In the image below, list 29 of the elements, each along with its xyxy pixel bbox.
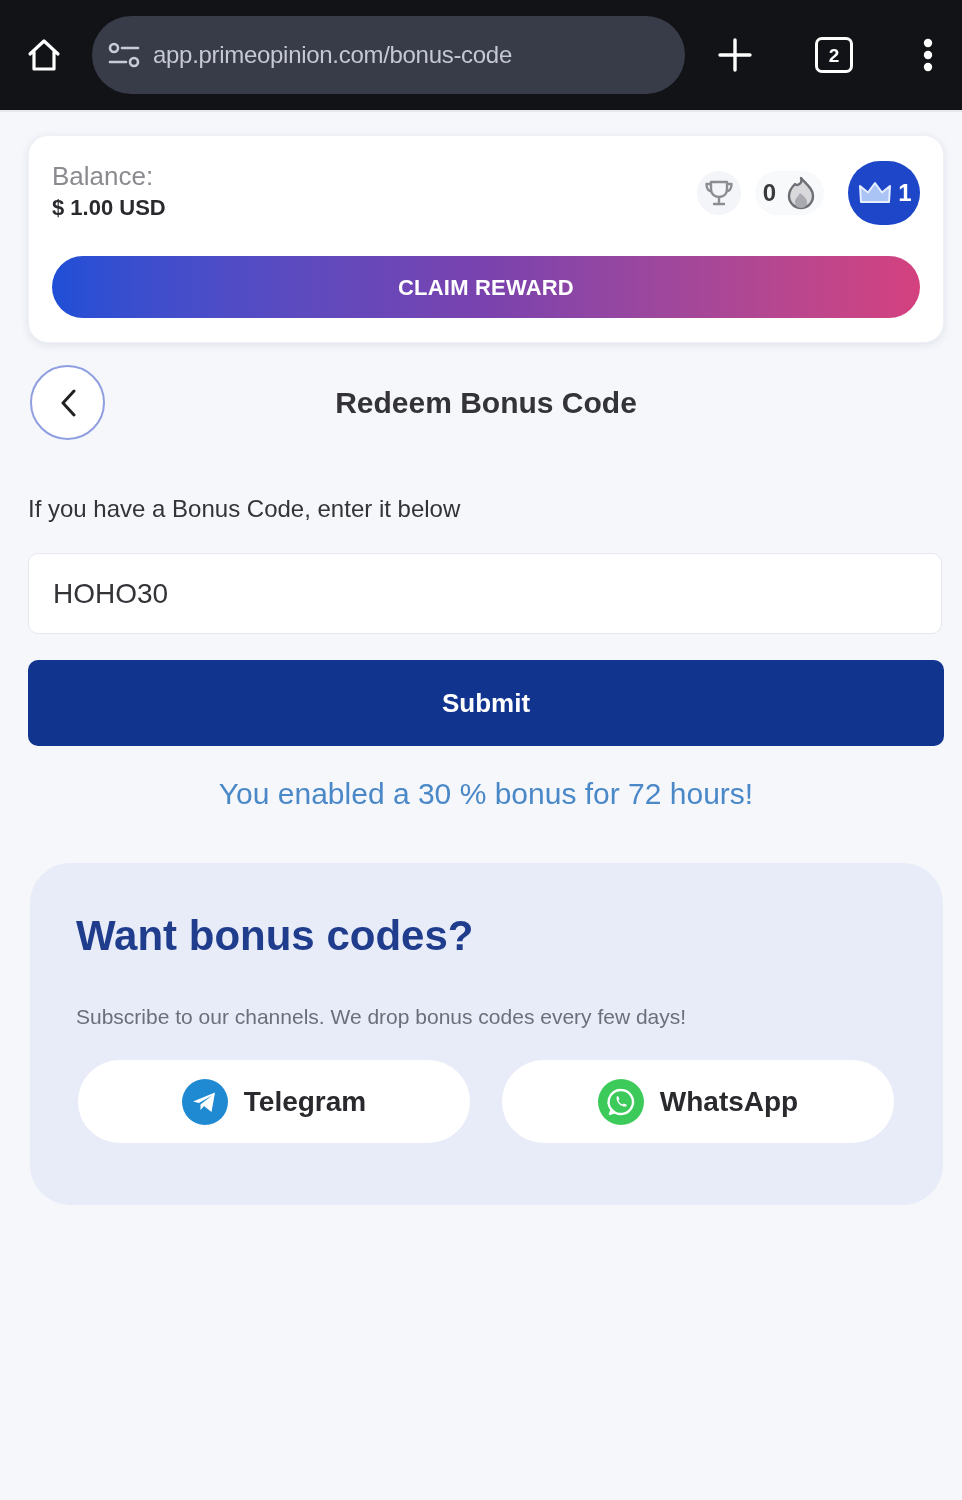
chevron-left-icon xyxy=(59,388,76,417)
page-title: Redeem Bonus Code xyxy=(334,385,638,421)
promo-heading: Want bonus codes? xyxy=(76,911,475,961)
flame-icon xyxy=(786,176,816,210)
level-badge[interactable]: 1 xyxy=(848,161,920,225)
address-bar[interactable]: app.primeopinion.com/bonus-code xyxy=(92,16,685,94)
success-message: You enabled a 30 % bonus for 72 hours! xyxy=(218,776,754,812)
promo-text: Subscribe to our channels. We drop bonus codes every few days! xyxy=(76,1004,688,1030)
tab-count-button[interactable]: 2 xyxy=(815,37,853,73)
sliders-icon[interactable] xyxy=(108,42,140,68)
code-input[interactable]: HOHO30 xyxy=(28,553,942,634)
balance-value: $ 1.00 USD xyxy=(52,194,166,222)
submit-button[interactable]: Submit xyxy=(28,660,944,746)
channel-button[interactable]: Telegram xyxy=(78,1060,470,1143)
trophy-icon[interactable] xyxy=(696,171,741,215)
claim-reward-button[interactable]: CLAIM REWARD xyxy=(52,256,920,318)
crown-icon xyxy=(858,180,893,206)
channel-button[interactable]: WhatsApp xyxy=(502,1060,894,1143)
prompt-text: If you have a Bonus Code, enter it below xyxy=(28,494,462,524)
more-icon[interactable] xyxy=(923,38,933,72)
url-text: app.primeopinion.com/bonus-code xyxy=(153,40,512,70)
level-count: 1 xyxy=(898,181,912,205)
plus-icon[interactable] xyxy=(718,38,752,72)
home-icon[interactable] xyxy=(26,37,62,73)
streak-count: 0 xyxy=(762,178,776,208)
streak-pill[interactable]: 0 xyxy=(754,171,824,215)
balance-label: Balance: xyxy=(52,160,155,192)
phone-bubble-icon xyxy=(597,1078,644,1125)
paper-plane-icon xyxy=(181,1078,228,1125)
